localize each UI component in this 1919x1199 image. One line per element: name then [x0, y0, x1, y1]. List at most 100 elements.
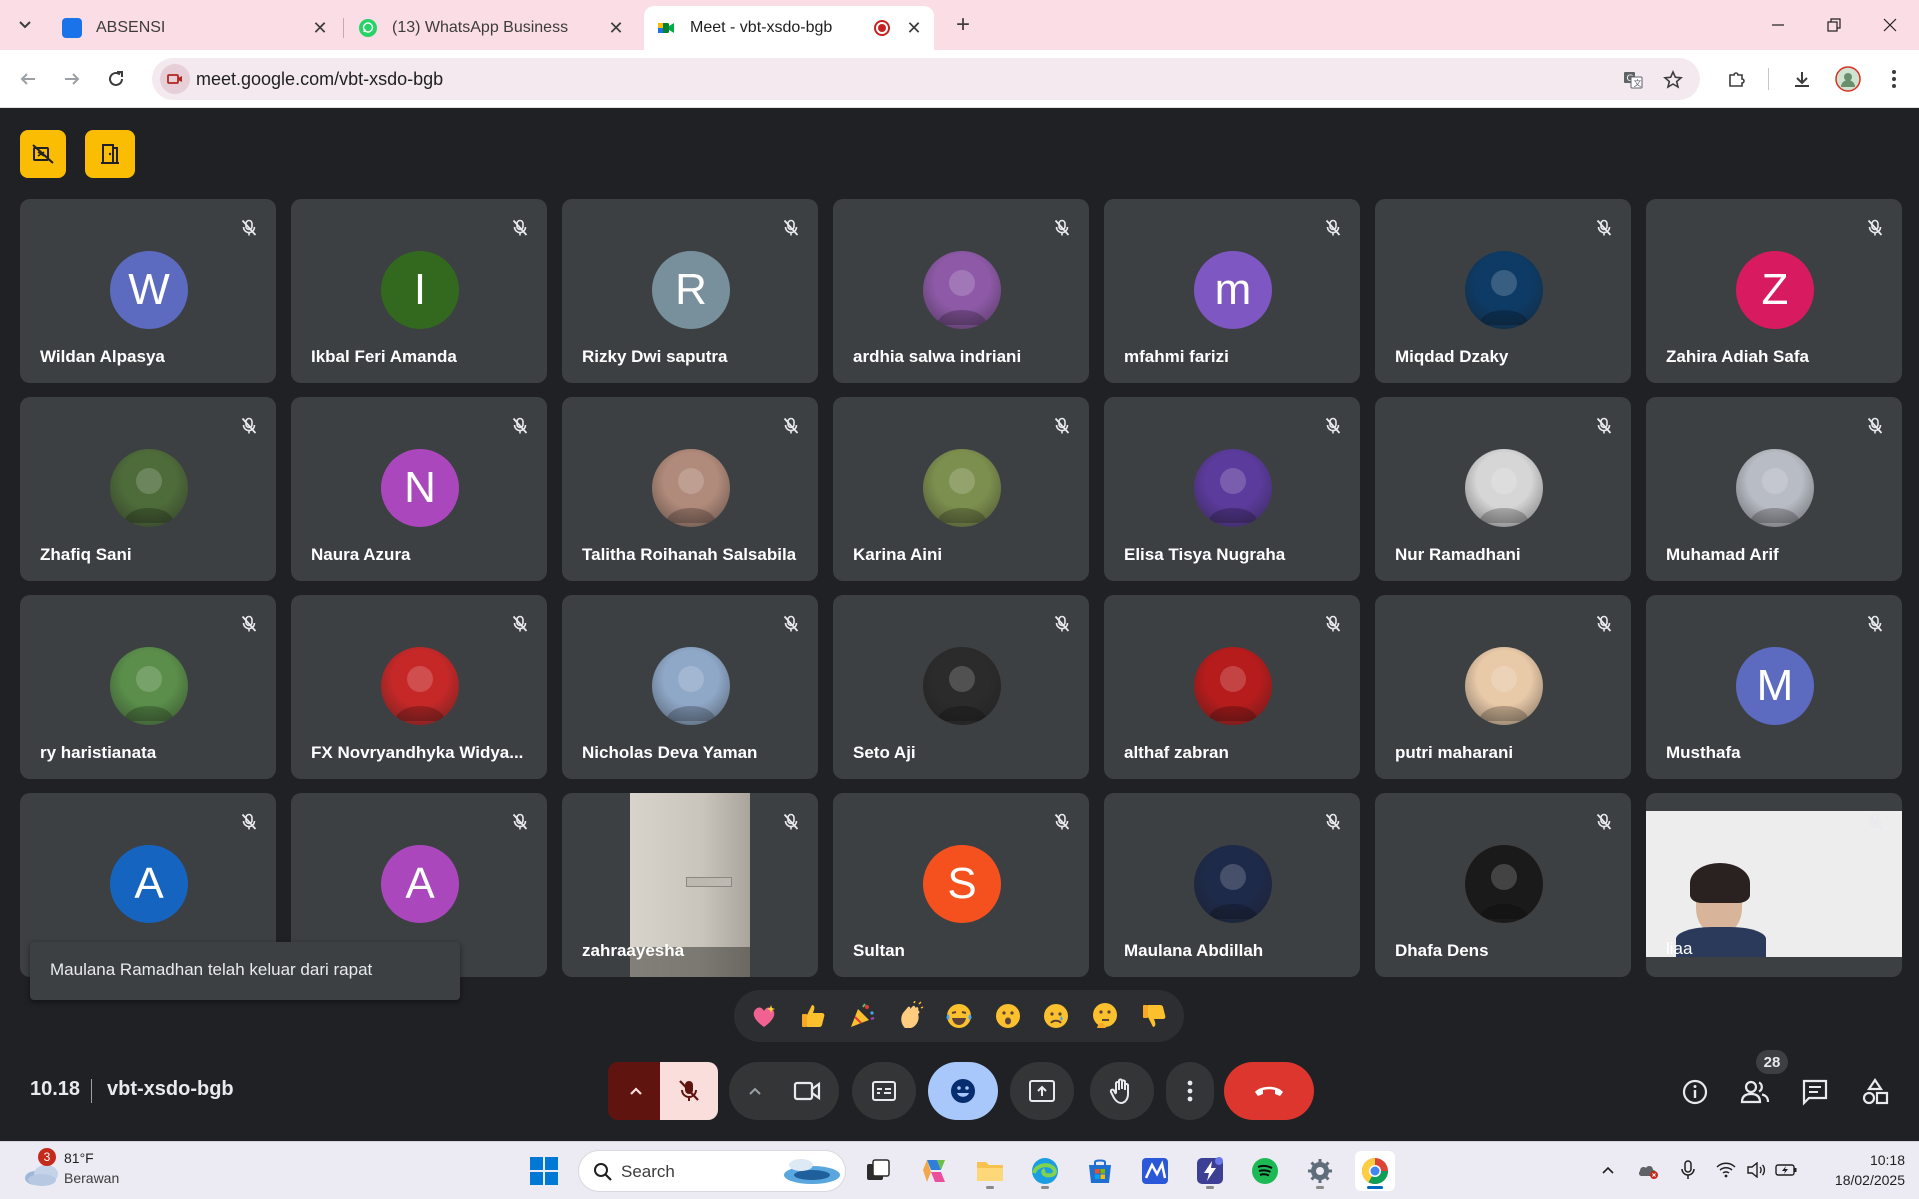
bookmark-button[interactable] — [1660, 67, 1686, 93]
spotify-button[interactable] — [1245, 1151, 1285, 1191]
participant-tile[interactable]: ry haristianata — [20, 595, 276, 779]
participant-tile[interactable]: Nur Ramadhani — [1375, 397, 1631, 581]
participant-tile[interactable]: Z Zahira Adiah Safa — [1646, 199, 1902, 383]
tab-meet[interactable]: Meet - vbt-xsdo-bgb ✕ — [644, 6, 934, 50]
wifi-tray-icon[interactable] — [1712, 1156, 1740, 1184]
tab-absensi[interactable]: ABSENSI ✕ — [50, 6, 340, 50]
power-automate-button[interactable] — [1190, 1151, 1230, 1191]
tab-search-button[interactable] — [10, 10, 40, 40]
reload-button[interactable] — [100, 63, 132, 95]
reaction-sad-button[interactable] — [1036, 996, 1076, 1036]
minimize-button[interactable] — [1750, 0, 1806, 50]
volume-tray-icon[interactable] — [1742, 1156, 1770, 1184]
downloads-button[interactable] — [1786, 63, 1818, 95]
reaction-thumbs-up-button[interactable] — [793, 996, 833, 1036]
chrome-button[interactable] — [1355, 1151, 1395, 1191]
participant-tile[interactable]: W Wildan Alpasya — [20, 199, 276, 383]
battery-tray-icon[interactable] — [1772, 1156, 1800, 1184]
site-info-button[interactable] — [160, 64, 190, 94]
show-hidden-icons-button[interactable] — [1594, 1156, 1622, 1184]
reaction-clap-button[interactable] — [890, 996, 930, 1036]
store-button[interactable] — [1080, 1151, 1120, 1191]
reaction-surprised-button[interactable] — [988, 996, 1028, 1036]
weather-temperature: 81°F — [64, 1150, 94, 1166]
editor-app-button[interactable] — [1135, 1151, 1175, 1191]
chat-button[interactable] — [1795, 1072, 1835, 1112]
reaction-thinking-button[interactable] — [1085, 996, 1125, 1036]
new-tab-button[interactable]: + — [948, 10, 978, 40]
people-button[interactable] — [1735, 1072, 1775, 1112]
camera-toggle-button[interactable] — [778, 1062, 836, 1120]
participant-tile[interactable]: liaa — [1646, 793, 1902, 977]
forward-button[interactable] — [56, 63, 88, 95]
cloud-sync-tray-icon[interactable] — [1634, 1156, 1662, 1184]
reactions-button[interactable] — [928, 1062, 998, 1120]
camera-off-toggle-button[interactable] — [20, 130, 66, 178]
participant-tile[interactable]: S Sultan — [833, 793, 1089, 977]
participant-tile[interactable]: ardhia salwa indriani — [833, 199, 1089, 383]
present-screen-button[interactable] — [1010, 1062, 1074, 1120]
participant-tile[interactable]: Dhafa Dens — [1375, 793, 1631, 977]
video-options-button[interactable] — [732, 1062, 778, 1120]
reaction-party-button[interactable] — [842, 996, 882, 1036]
participant-tile[interactable]: putri maharani — [1375, 595, 1631, 779]
weather-notification-badge: 3 — [38, 1148, 56, 1166]
participant-tile[interactable]: N Naura Azura — [291, 397, 547, 581]
microphone-toggle-button[interactable] — [660, 1062, 718, 1120]
participant-tile[interactable]: Nicholas Deva Yaman — [562, 595, 818, 779]
file-explorer-button[interactable] — [970, 1151, 1010, 1191]
close-icon[interactable]: ✕ — [310, 18, 330, 38]
raise-hand-button[interactable] — [1090, 1062, 1154, 1120]
tab-whatsapp[interactable]: (13) WhatsApp Business ✕ — [346, 6, 636, 50]
menu-button[interactable] — [1878, 63, 1910, 95]
leave-room-button[interactable] — [85, 130, 135, 178]
participant-tile[interactable]: althaf zabran — [1104, 595, 1360, 779]
edge-button[interactable] — [1025, 1151, 1065, 1191]
start-button[interactable] — [524, 1151, 564, 1191]
search-icon — [594, 1163, 612, 1181]
participant-tile[interactable]: Karina Aini — [833, 397, 1089, 581]
microphone-off-icon — [241, 813, 257, 830]
participant-tile[interactable]: Talitha Roihanah Salsabila — [562, 397, 818, 581]
reaction-heart-button[interactable] — [744, 996, 784, 1036]
profile-avatar[interactable] — [1832, 63, 1864, 95]
participant-tile[interactable]: R Rizky Dwi saputra — [562, 199, 818, 383]
translate-button[interactable]: G文 — [1620, 67, 1646, 93]
participant-tile[interactable]: Muhamad Arif — [1646, 397, 1902, 581]
omnibox[interactable]: meet.google.com/vbt-xsdo-bgb G文 — [152, 58, 1700, 100]
restore-button[interactable] — [1806, 0, 1862, 50]
participant-tile[interactable]: M Musthafa — [1646, 595, 1902, 779]
leave-call-button[interactable] — [1224, 1062, 1314, 1120]
participant-tile[interactable]: I Ikbal Feri Amanda — [291, 199, 547, 383]
close-window-button[interactable] — [1862, 0, 1918, 50]
participant-tile[interactable]: zahraayesha — [562, 793, 818, 977]
participant-tile[interactable]: Seto Aji — [833, 595, 1089, 779]
participant-tile[interactable]: Elisa Tisya Nugraha — [1104, 397, 1360, 581]
reaction-thumbs-down-button[interactable] — [1134, 996, 1174, 1036]
activities-button[interactable] — [1855, 1072, 1895, 1112]
reaction-laugh-button[interactable] — [939, 996, 979, 1036]
meeting-details-button[interactable] — [1675, 1072, 1715, 1112]
close-icon[interactable]: ✕ — [606, 18, 626, 38]
extensions-button[interactable] — [1720, 63, 1752, 95]
download-icon — [1795, 72, 1809, 87]
captions-button[interactable] — [852, 1062, 916, 1120]
microphone-tray-icon[interactable] — [1674, 1156, 1702, 1184]
audio-options-button[interactable] — [608, 1062, 664, 1120]
close-icon[interactable]: ✕ — [904, 18, 924, 38]
more-options-button[interactable] — [1166, 1062, 1214, 1120]
task-view-button[interactable] — [858, 1151, 898, 1191]
participant-tile[interactable]: m mfahmi farizi — [1104, 199, 1360, 383]
participant-tile[interactable]: Miqdad Dzaky — [1375, 199, 1631, 383]
participant-tile[interactable]: FX Novryandhyka Widya... — [291, 595, 547, 779]
participant-name: Maulana Abdillah — [1124, 941, 1264, 960]
copilot-button[interactable] — [914, 1151, 954, 1191]
participant-tile[interactable]: Maulana Abdillah — [1104, 793, 1360, 977]
taskbar-clock[interactable]: 10:18 18/02/2025 — [1835, 1150, 1905, 1190]
microsoft-store-icon — [1089, 1159, 1111, 1183]
url-text[interactable]: meet.google.com/vbt-xsdo-bgb — [196, 69, 443, 90]
taskbar-search[interactable]: Search — [578, 1150, 846, 1192]
back-button[interactable] — [12, 63, 44, 95]
participant-tile[interactable]: Zhafiq Sani — [20, 397, 276, 581]
settings-button[interactable] — [1300, 1151, 1340, 1191]
